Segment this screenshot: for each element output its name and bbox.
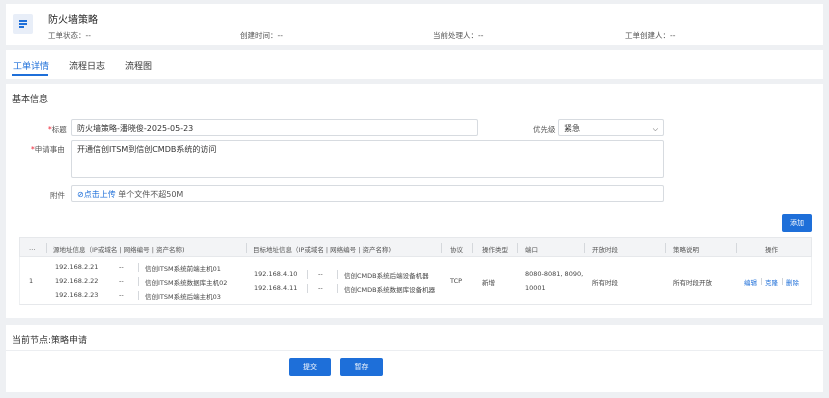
footer-divider: [6, 350, 823, 351]
table-row: 1 192.168.2.21 -- 信创ITSM系统前端主机01 192.168…: [19, 257, 812, 305]
reason-label: *申请事由: [31, 145, 65, 154]
cell-divider: [337, 270, 338, 279]
col-divider: [517, 243, 518, 253]
source-net: --: [119, 263, 124, 271]
target-ip: 192.168.4.10: [254, 270, 298, 278]
source-net: --: [119, 291, 124, 299]
header-card: 防火墙策略 工单状态：-- 创建时间：-- 当前处理人：-- 工单创建人：--: [6, 4, 823, 45]
target-net: --: [318, 284, 323, 292]
title-input[interactable]: 防火墙策略-潘晓俊-2025-05-23: [71, 119, 478, 136]
page-title: 防火墙策略: [48, 15, 98, 26]
col-divider: [584, 243, 585, 253]
source-ip: 192.168.2.23: [55, 291, 99, 299]
submit-button[interactable]: 提交: [289, 358, 331, 376]
col-divider: [665, 243, 666, 253]
meta-creator: 工单创建人：--: [625, 31, 676, 40]
attachment-field: ⊘点击上传 单个文件不超50M: [71, 185, 664, 202]
action-divider: [761, 278, 762, 285]
col-header-port: 端口: [525, 246, 538, 254]
meta-created-time: 创建时间：--: [240, 31, 283, 40]
col-header-protocol: 协议: [450, 246, 463, 254]
col-divider: [246, 243, 247, 253]
tab-flowchart[interactable]: 流程图: [125, 59, 152, 72]
target-name: 信创CMDB系统数据库设备机器: [344, 286, 436, 294]
col-header-index: …: [29, 244, 36, 252]
port-cell-line2: 10001: [525, 284, 546, 292]
cell-divider: [138, 263, 139, 272]
action-divider: [782, 278, 783, 285]
delete-button[interactable]: 删除: [786, 277, 799, 287]
save-draft-button[interactable]: 暂存: [340, 358, 383, 376]
attachment-label: 附件: [50, 191, 65, 200]
col-header-actions: 操作: [765, 246, 778, 254]
priority-value: 紧急: [564, 124, 580, 133]
source-ip: 192.168.2.21: [55, 263, 99, 271]
document-icon: [13, 14, 33, 34]
policy-desc-cell: 所有时段开放: [673, 279, 712, 287]
cell-divider: [307, 284, 308, 293]
add-button[interactable]: 添加: [782, 214, 812, 232]
target-ip: 192.168.4.11: [254, 284, 298, 292]
tab-order-details[interactable]: 工单详情: [13, 59, 49, 72]
edit-button[interactable]: 编辑: [744, 277, 757, 287]
tab-process-log[interactable]: 流程日志: [69, 59, 105, 72]
cell-divider: [138, 291, 139, 300]
source-name: 信创ITSM系统前端主机01: [145, 265, 221, 273]
col-header-target: 目标地址信息（IP或域名 | 网络编号 | 资产名称): [253, 246, 392, 254]
cell-divider: [337, 284, 338, 293]
col-header-source: 源地址信息（IP或域名 | 网络编号 | 资产名称): [53, 246, 185, 254]
reason-text: 开通信创ITSM到信创CMDB系统的访问: [77, 145, 217, 154]
priority-label: 优先级: [533, 125, 556, 134]
col-divider: [441, 243, 442, 253]
source-ip: 192.168.2.22: [55, 277, 99, 285]
open-time-cell: 所有时段: [592, 279, 618, 287]
col-divider: [46, 243, 47, 253]
col-header-op-type: 操作类型: [482, 246, 508, 254]
active-tab-indicator: [12, 74, 48, 76]
upload-tip: 单个文件不超50M: [118, 190, 184, 199]
source-name: 信创ITSM系统后端主机03: [145, 293, 221, 301]
section-title-basic-info: 基本信息: [12, 95, 49, 105]
clone-button[interactable]: 克隆: [765, 277, 778, 287]
table-header: … 源地址信息（IP或域名 | 网络编号 | 资产名称) 目标地址信息（IP或域…: [19, 237, 812, 257]
target-net: --: [318, 270, 323, 278]
reason-textarea[interactable]: 开通信创ITSM到信创CMDB系统的访问: [71, 140, 664, 178]
col-divider: [472, 243, 473, 253]
cell-divider: [138, 277, 139, 286]
source-name: 信创ITSM系统数据库主机02: [145, 279, 228, 287]
meta-current-handler: 当前处理人：--: [433, 31, 484, 40]
col-header-policy-desc: 策略说明: [673, 246, 699, 254]
footer-card: [6, 325, 823, 392]
chevron-down-icon: ⌵: [652, 125, 658, 133]
current-node-title: 当前节点:策略申请: [12, 336, 88, 346]
title-label: *标题: [48, 125, 67, 134]
port-cell-line1: 8080-8081, 8090,: [525, 270, 584, 278]
meta-status: 工单状态：--: [48, 31, 91, 40]
upload-link[interactable]: ⊘点击上传: [77, 190, 116, 199]
priority-select[interactable]: 紧急 ⌵: [558, 119, 664, 136]
col-divider: [736, 243, 737, 253]
row-index: 1: [29, 277, 34, 285]
op-type-cell: 新增: [482, 279, 495, 287]
target-name: 信创CMDB系统后端设备机器: [344, 272, 429, 280]
col-header-open-time: 开放时段: [592, 246, 618, 254]
source-net: --: [119, 277, 124, 285]
protocol-cell: TCP: [450, 277, 463, 285]
cell-divider: [307, 270, 308, 279]
